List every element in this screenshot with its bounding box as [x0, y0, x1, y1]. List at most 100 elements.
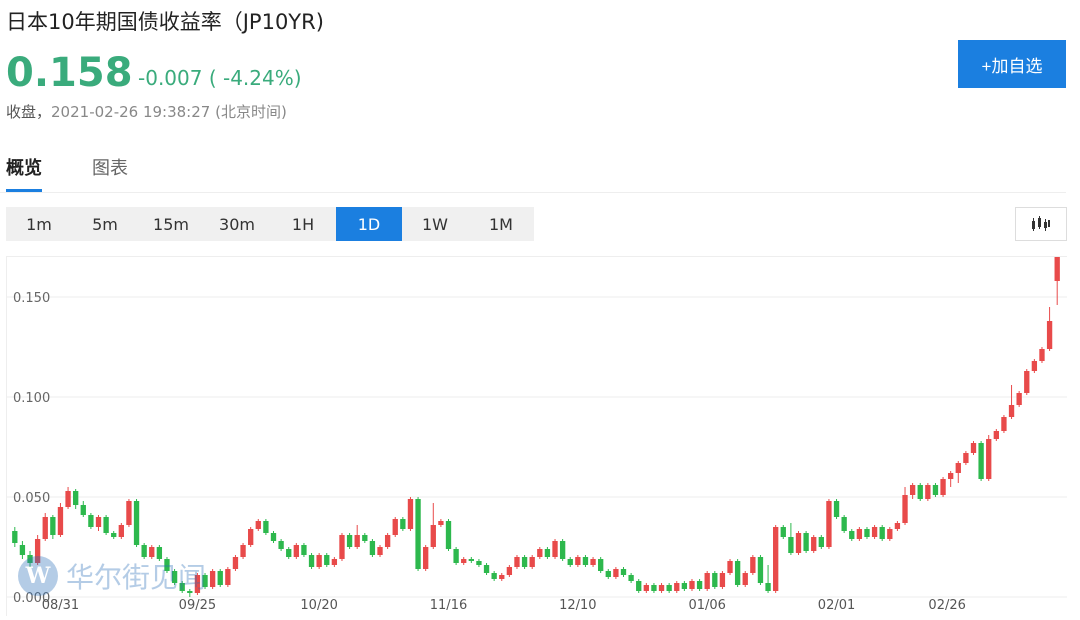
- candle-body: [88, 515, 94, 527]
- status-line: 收盘，2021-02-26 19:38:27 (北京时间): [6, 101, 287, 122]
- candle-body: [567, 559, 573, 565]
- candle: [483, 563, 490, 575]
- candle: [263, 519, 269, 535]
- status-label: 收盘，: [6, 103, 52, 121]
- watermark-logo: W: [18, 556, 58, 596]
- period-1h[interactable]: 1H: [270, 207, 336, 241]
- candle: [278, 539, 284, 551]
- page-title: 日本10年期国债收益率（JP10YR): [6, 10, 324, 34]
- candle-body: [529, 557, 535, 567]
- candle: [286, 547, 292, 559]
- candlestick-icon: [1032, 216, 1050, 231]
- candle: [1039, 347, 1045, 363]
- add-watchlist-button[interactable]: +加自选: [958, 40, 1066, 88]
- candle: [674, 581, 680, 593]
- period-1w[interactable]: 1W: [402, 207, 468, 241]
- candle-body: [461, 559, 467, 563]
- candle: [993, 429, 999, 441]
- candle-body: [537, 549, 543, 557]
- candle: [377, 545, 383, 557]
- chart-type-button[interactable]: [1015, 207, 1067, 241]
- candle-body: [598, 559, 604, 571]
- candle-body: [57, 507, 64, 535]
- candle: [65, 487, 71, 509]
- candle: [932, 483, 939, 497]
- candle: [757, 555, 764, 585]
- watermark-text: 华尔街见闻: [66, 561, 207, 594]
- candle: [544, 547, 551, 559]
- candle-body: [1046, 321, 1053, 349]
- candle: [57, 503, 64, 537]
- candle: [666, 583, 672, 593]
- candle: [826, 499, 832, 549]
- candle-body: [491, 573, 497, 579]
- candle-body: [423, 547, 429, 569]
- candle-body: [384, 535, 391, 547]
- candle-body: [270, 533, 277, 541]
- candle-body: [674, 583, 680, 591]
- candle: [369, 539, 376, 557]
- y-tick-label: 0.050: [13, 491, 50, 506]
- candle-body: [415, 499, 421, 569]
- candle: [696, 579, 703, 591]
- candle-body: [126, 501, 132, 525]
- candle-body: [940, 479, 946, 495]
- candle-body: [377, 547, 383, 555]
- candle: [1054, 251, 1060, 305]
- candle: [1046, 307, 1053, 351]
- period-1m[interactable]: 1m: [6, 207, 72, 241]
- period-30m[interactable]: 30m: [204, 207, 270, 241]
- candle: [476, 559, 482, 567]
- candle-body: [65, 491, 71, 507]
- candle-body: [362, 535, 368, 541]
- candle-body: [308, 555, 315, 567]
- candle-body: [80, 505, 86, 515]
- candle-body: [841, 517, 847, 531]
- candle: [955, 461, 961, 483]
- candle-body: [613, 569, 619, 577]
- candle-body: [1008, 405, 1015, 417]
- candle-body: [636, 581, 642, 591]
- candle: [209, 569, 216, 589]
- candle: [42, 513, 48, 541]
- period-5m[interactable]: 5m: [72, 207, 138, 241]
- candle: [788, 523, 794, 555]
- candle: [750, 555, 756, 575]
- period-1d[interactable]: 1D: [336, 207, 402, 241]
- candle: [514, 555, 520, 569]
- watermark: W 华尔街见闻: [18, 556, 206, 596]
- candle: [818, 535, 824, 549]
- candle-body: [476, 561, 482, 565]
- candle: [400, 517, 406, 531]
- candle-body: [894, 523, 901, 529]
- candle: [529, 555, 535, 569]
- candle-body: [704, 573, 710, 589]
- candle-body: [346, 535, 353, 547]
- period-1mo[interactable]: 1M: [468, 207, 534, 241]
- candle: [362, 533, 368, 543]
- candle-body: [354, 535, 360, 547]
- y-tick-label: 0.150: [13, 291, 50, 306]
- candle-body: [316, 555, 322, 567]
- candle-body: [970, 443, 977, 453]
- candle-body: [590, 559, 596, 565]
- candle-body: [50, 517, 56, 535]
- candle-body: [719, 573, 726, 587]
- candle: [248, 527, 254, 547]
- candle-body: [209, 571, 216, 587]
- tab-overview[interactable]: 概览: [6, 154, 42, 192]
- candle: [384, 533, 391, 549]
- candle: [232, 555, 239, 571]
- candle-body: [780, 527, 786, 537]
- tab-chart[interactable]: 图表: [92, 154, 128, 180]
- candle: [811, 535, 817, 553]
- candle-body: [605, 571, 611, 577]
- candle-body: [559, 541, 566, 559]
- candle-body: [833, 501, 840, 517]
- candle-body: [712, 573, 718, 587]
- period-15m[interactable]: 15m: [138, 207, 204, 241]
- candle-body: [811, 537, 817, 551]
- candle-body: [263, 521, 269, 533]
- candle-body: [651, 585, 657, 591]
- candle: [392, 517, 398, 537]
